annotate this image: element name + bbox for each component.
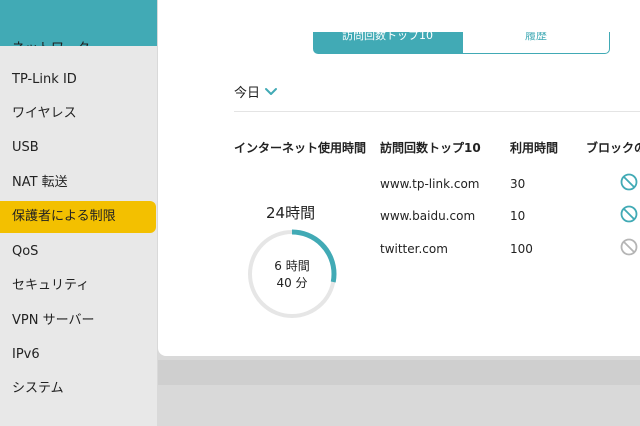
site-time-2: 10: [510, 209, 526, 223]
main-panel: 訪問回数トップ10 履歴 今日 インターネット使用時間 訪問回数トップ10 利用…: [158, 0, 640, 356]
header-block: ブロックの: [586, 141, 640, 155]
sidebar-item-usb[interactable]: USB: [0, 132, 157, 164]
sidebar-item-tplink-id[interactable]: TP-Link ID: [0, 64, 157, 96]
bottom-strip: [158, 360, 640, 385]
sidebar-item-vpn-server[interactable]: VPN サーバー: [0, 305, 157, 337]
usage-limit-label: 24時間: [266, 204, 316, 222]
sidebar-item-security[interactable]: セキュリティ: [0, 270, 157, 302]
day-dropdown[interactable]: 今日: [234, 82, 278, 101]
divider: [234, 111, 640, 112]
sidebar-item-parental-controls[interactable]: 保護者による制限: [0, 201, 156, 233]
usage-donut-label: 6 時間 40 分: [246, 258, 338, 292]
site-domain-3: twitter.com: [380, 242, 448, 256]
header-top10: 訪問回数トップ10: [380, 141, 481, 155]
tab-history[interactable]: 履歴: [462, 32, 610, 54]
sidebar-item-qos[interactable]: QoS: [0, 236, 157, 268]
block-icon[interactable]: [620, 173, 638, 191]
sidebar-item-ipv6[interactable]: IPv6: [0, 339, 157, 371]
sidebar-header: ネットワーク: [0, 0, 157, 46]
header-usage-time: インターネット使用時間: [234, 141, 367, 155]
header-time-used: 利用時間: [510, 141, 559, 155]
sidebar-item-system[interactable]: システム: [0, 373, 157, 405]
site-time-3: 100: [510, 242, 533, 256]
tab-top10[interactable]: 訪問回数トップ10: [313, 32, 462, 54]
usage-used-minutes: 40 分: [276, 276, 308, 290]
usage-used-hours: 6 時間: [274, 259, 310, 273]
tab-history-label: 履歴: [525, 32, 547, 42]
day-dropdown-value: 今日: [234, 86, 261, 101]
chevron-down-icon: [265, 87, 278, 95]
sidebar-item-nat-forwarding[interactable]: NAT 転送: [0, 167, 157, 199]
block-icon[interactable]: [620, 205, 638, 223]
sidebar: ネットワーク TP-Link ID ワイヤレス USB NAT 転送 保護者によ…: [0, 0, 157, 426]
sidebar-item-network[interactable]: ネットワーク: [12, 37, 90, 46]
block-icon[interactable]: [620, 238, 638, 256]
site-domain-2: www.baidu.com: [380, 209, 476, 223]
site-time-1: 30: [510, 177, 526, 191]
sidebar-item-wireless[interactable]: ワイヤレス: [0, 98, 157, 130]
site-domain-1: www.tp-link.com: [380, 177, 480, 191]
tab-top10-label: 訪問回数トップ10: [342, 32, 433, 42]
